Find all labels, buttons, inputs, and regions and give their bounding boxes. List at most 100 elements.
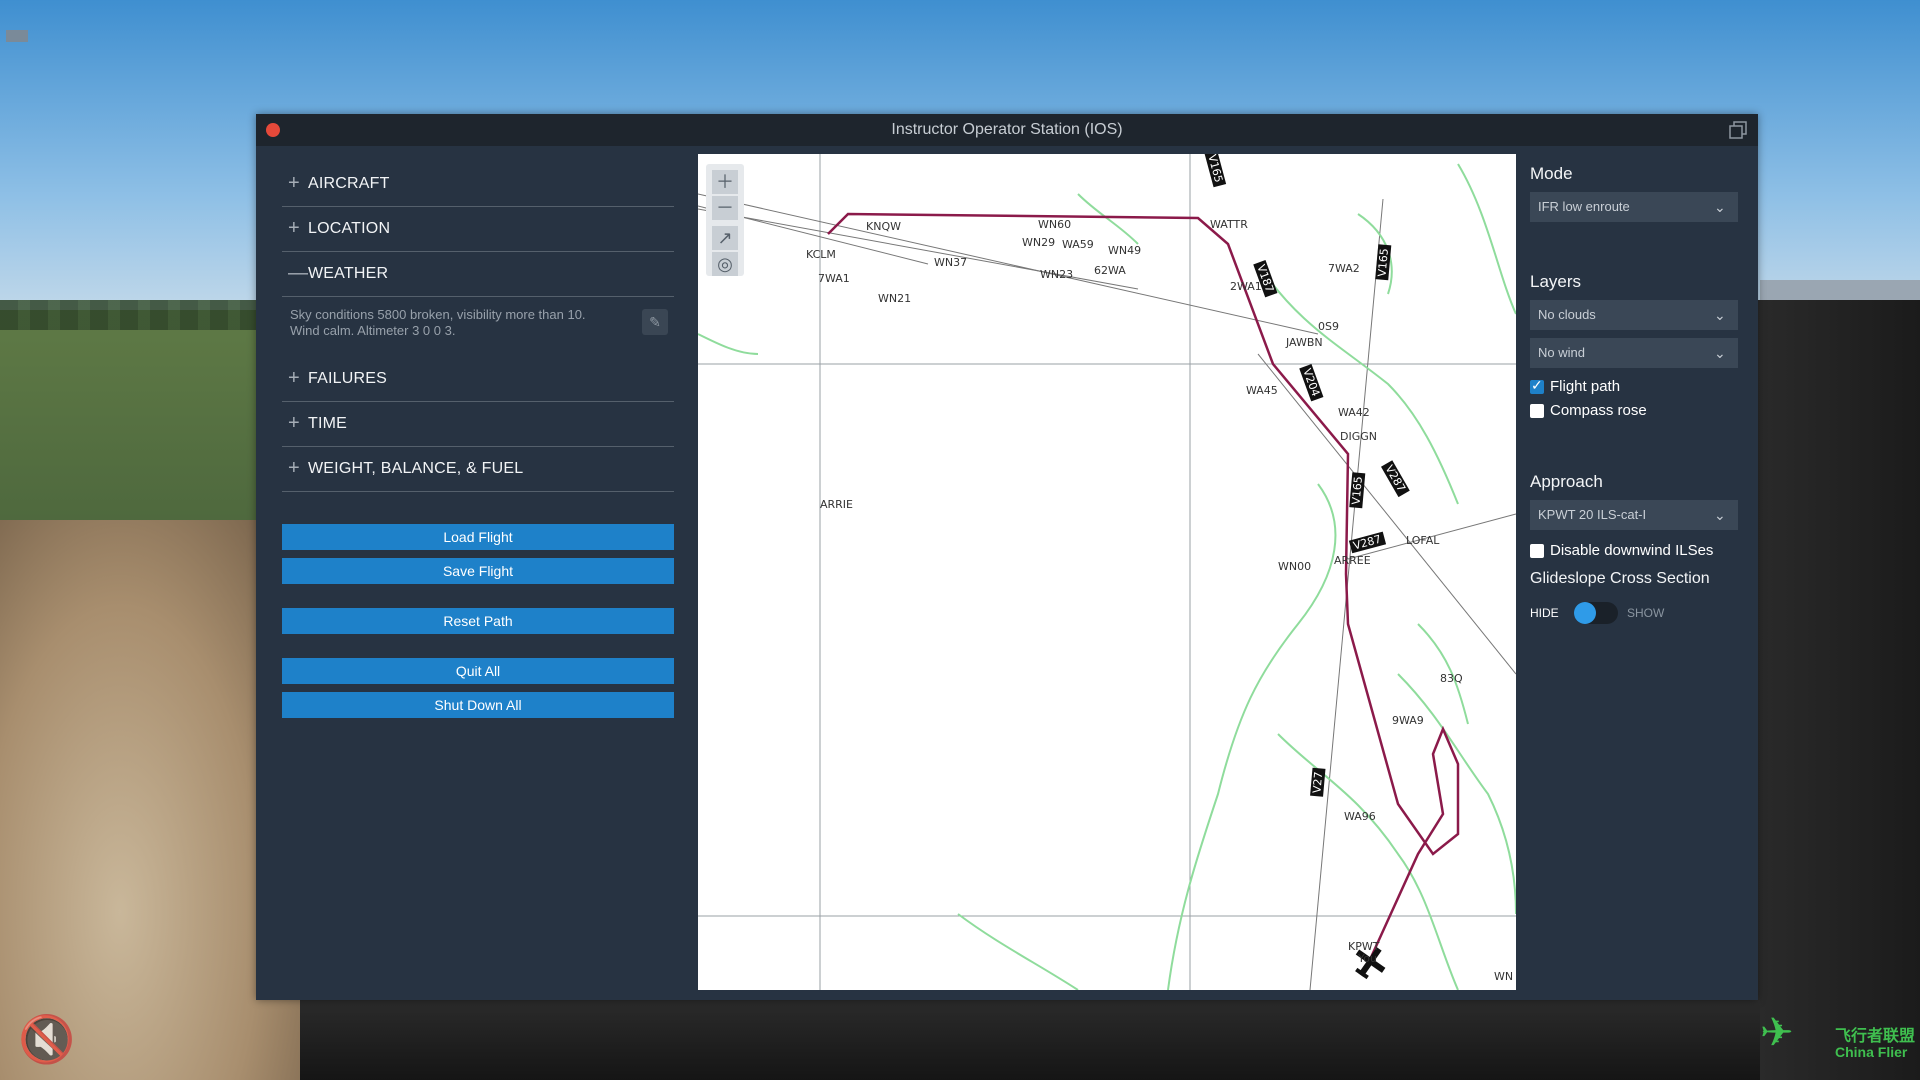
zoom-in-icon[interactable]: ＋	[712, 170, 738, 194]
watermark-cn: 飞行者联盟	[1835, 1028, 1916, 1045]
plane-logo-icon: ✈	[1760, 1011, 1794, 1055]
section-aircraft[interactable]: + AIRCRAFT	[282, 162, 674, 207]
chevron-down-icon: ⌄	[1714, 345, 1726, 361]
map-label: 0S9	[1318, 320, 1339, 333]
map-label: WA42	[1338, 406, 1370, 419]
cockpit-instrument-panel	[300, 1000, 1760, 1080]
map-label: WA59	[1062, 238, 1094, 251]
weather-line-1: Sky conditions 5800 broken, visibility m…	[290, 307, 586, 322]
map-label: ARRIE	[820, 498, 854, 511]
pencil-icon: ✎	[649, 314, 661, 330]
map-label: WN49	[1108, 244, 1142, 257]
map-label: 83Q	[1440, 672, 1463, 685]
center-aircraft-icon[interactable]: ◎	[712, 252, 738, 276]
approach-select[interactable]: KPWT 20 ILS-cat-I ⌄	[1530, 500, 1738, 530]
layers-title: Layers	[1530, 272, 1582, 291]
map-label: 2WA1	[1230, 280, 1262, 293]
compass-rose-checkbox[interactable]	[1530, 404, 1544, 418]
weather-line-2: Wind calm. Altimeter 3 0 0 3.	[290, 323, 456, 338]
flight-path-label: Flight path	[1550, 378, 1621, 395]
mode-select[interactable]: IFR low enroute ⌄	[1530, 192, 1738, 222]
section-weight-balance-fuel[interactable]: + WEIGHT, BALANCE, & FUEL	[282, 447, 674, 492]
map-label: 7WA1	[818, 272, 850, 285]
window-title: Instructor Operator Station (IOS)	[891, 121, 1123, 138]
chevron-down-icon: ⌄	[1714, 307, 1726, 323]
clouds-layer-value: No clouds	[1538, 307, 1596, 322]
weather-summary: Sky conditions 5800 broken, visibility m…	[282, 297, 674, 357]
map-label: JAWBN	[1286, 336, 1323, 349]
map-toolbar: ＋ － ↗ ◎	[706, 164, 744, 276]
disable-downwind-checkbox[interactable]	[1530, 544, 1544, 558]
section-label: LOCATION	[308, 220, 391, 237]
mode-title: Mode	[1530, 164, 1573, 183]
expand-icon: +	[288, 172, 300, 194]
expand-icon: +	[288, 412, 300, 434]
clouds-layer-select[interactable]: No clouds ⌄	[1530, 300, 1738, 330]
ifr-map[interactable]: ＋ － ↗ ◎ KCLM 7WA1 KNQW WN21 WN37 WN29 WN…	[698, 154, 1516, 990]
section-label: AIRCRAFT	[308, 175, 390, 192]
map-label: LOFAL	[1406, 534, 1440, 547]
map-label: 7WA2	[1328, 262, 1360, 275]
maximize-icon[interactable]	[1728, 120, 1748, 140]
glideslope-toggle-row: HIDE SHOW	[1530, 598, 1750, 628]
cockpit-yoke-area	[0, 520, 300, 1080]
ios-window: Instructor Operator Station (IOS) + AIRC…	[256, 114, 1758, 1000]
section-label: WEATHER	[308, 265, 389, 282]
mute-icon[interactable]: 🔇	[18, 1012, 78, 1072]
map-label: KCLM	[806, 248, 836, 261]
map-label: WA45	[1246, 384, 1278, 397]
section-weather[interactable]: — WEATHER	[282, 252, 674, 297]
watermark-logo: ✈ 飞行者联盟 China Flier	[1760, 1010, 1920, 1070]
map-label: WATTR	[1210, 218, 1248, 231]
title-bar[interactable]: Instructor Operator Station (IOS)	[256, 114, 1758, 146]
collapse-icon: —	[288, 262, 308, 284]
shut-down-all-button[interactable]: Shut Down All	[282, 692, 674, 718]
cockpit-avionics-panel	[1758, 300, 1920, 1080]
wind-layer-value: No wind	[1538, 345, 1585, 360]
approach-title: Approach	[1530, 472, 1603, 491]
north-up-icon[interactable]: ↗	[712, 226, 738, 250]
disable-downwind-label: Disable downwind ILSes	[1550, 542, 1714, 559]
chevron-down-icon: ⌄	[1714, 199, 1726, 215]
toggle-hide-label: HIDE	[1530, 606, 1559, 620]
section-label: WEIGHT, BALANCE, & FUEL	[308, 460, 524, 477]
edit-weather-button[interactable]: ✎	[642, 309, 668, 335]
load-flight-button[interactable]: Load Flight	[282, 524, 674, 550]
chevron-down-icon: ⌄	[1714, 507, 1726, 523]
toggle-knob[interactable]	[1574, 602, 1596, 624]
toggle-show-label: SHOW	[1627, 606, 1665, 620]
map-label: WN23	[1040, 268, 1074, 281]
section-location[interactable]: + LOCATION	[282, 207, 674, 252]
map-label: WA96	[1344, 810, 1376, 823]
map-label: KNQW	[866, 220, 901, 233]
map-label: WN29	[1022, 236, 1056, 249]
control-panel: + AIRCRAFT + LOCATION — WEATHER Sky cond…	[282, 162, 674, 718]
expand-icon: +	[288, 367, 300, 389]
map-label: WN37	[934, 256, 968, 269]
reset-path-button[interactable]: Reset Path	[282, 608, 674, 634]
watermark-en: China Flier	[1835, 1044, 1908, 1060]
approach-value: KPWT 20 ILS-cat-I	[1538, 507, 1647, 522]
expand-icon: +	[288, 217, 300, 239]
expand-icon: +	[288, 457, 300, 479]
section-time[interactable]: + TIME	[282, 402, 674, 447]
map-label: ARREE	[1334, 554, 1371, 567]
mode-value: IFR low enroute	[1538, 199, 1630, 214]
map-label: WN60	[1038, 218, 1072, 231]
map-label: WN	[1494, 970, 1514, 983]
quit-all-button[interactable]: Quit All	[282, 658, 674, 684]
map-label: 62WA	[1094, 264, 1126, 277]
glideslope-title: Glideslope Cross Section	[1530, 570, 1710, 587]
corner-indicator	[6, 30, 28, 42]
section-label: TIME	[308, 415, 348, 432]
you-label: You	[1358, 952, 1377, 965]
section-label: FAILURES	[308, 370, 387, 387]
map-label: 9WA9	[1392, 714, 1424, 727]
airway-label: V27	[1310, 768, 1326, 797]
zoom-out-icon[interactable]: －	[712, 196, 738, 220]
wind-layer-select[interactable]: No wind ⌄	[1530, 338, 1738, 368]
save-flight-button[interactable]: Save Flight	[282, 558, 674, 584]
compass-rose-label: Compass rose	[1550, 402, 1647, 419]
flight-path-checkbox[interactable]	[1530, 377, 1544, 394]
section-failures[interactable]: + FAILURES	[282, 357, 674, 402]
